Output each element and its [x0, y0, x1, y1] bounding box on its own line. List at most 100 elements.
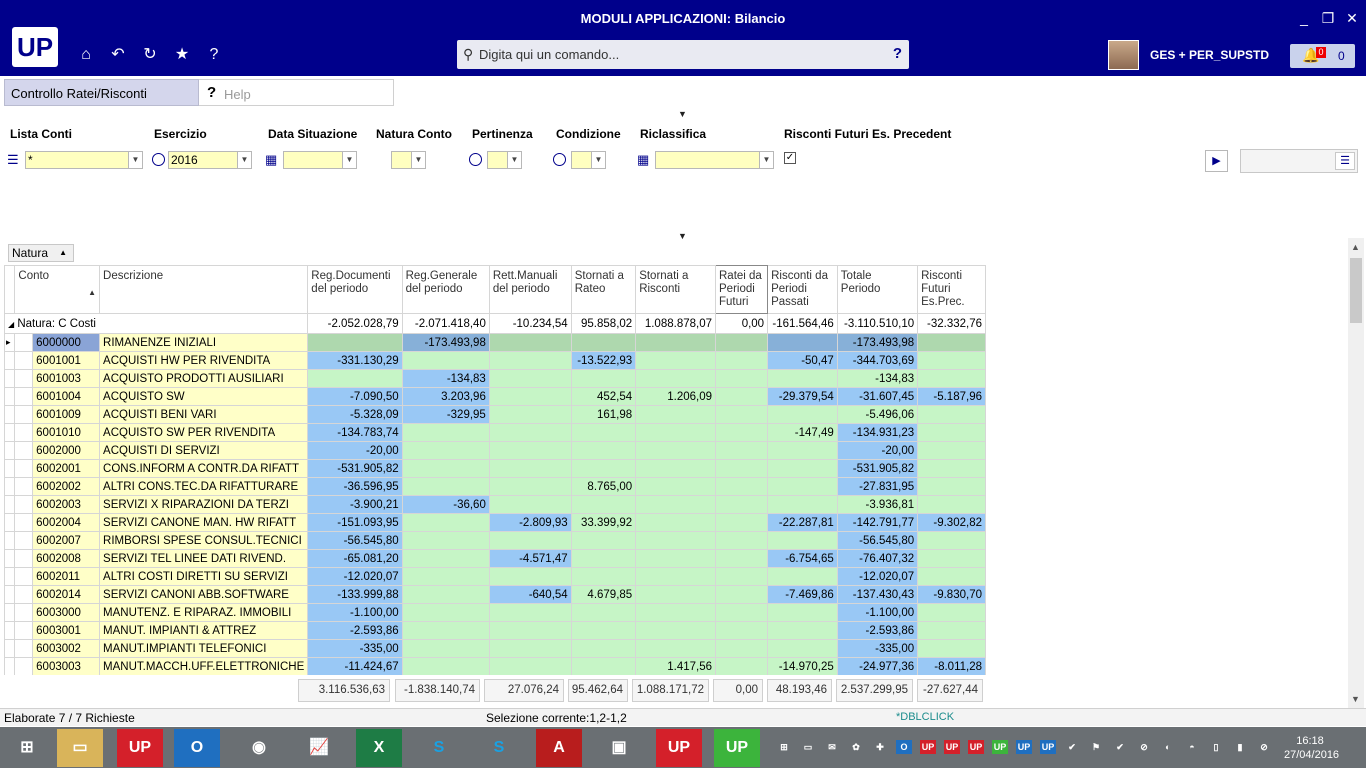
- up-logo[interactable]: UP: [12, 27, 58, 67]
- cell-value[interactable]: -9.830,70: [917, 585, 986, 604]
- cell-conto[interactable]: 6002002: [32, 477, 101, 496]
- cell-value[interactable]: [570, 369, 637, 388]
- cell-descrizione[interactable]: ALTRI CONS.TEC.DA RIFATTURARE: [99, 477, 309, 496]
- home-icon[interactable]: ⌂: [75, 44, 97, 66]
- excel-icon[interactable]: X: [356, 729, 402, 767]
- cell-value[interactable]: [488, 333, 572, 352]
- tab-controllo-ratei[interactable]: Controllo Ratei/Risconti: [4, 79, 199, 106]
- cell-value[interactable]: [767, 567, 838, 586]
- tray-up-icon[interactable]: UP: [944, 740, 960, 754]
- row-indicator[interactable]: [4, 423, 16, 442]
- table-row[interactable]: 6003000 MANUTENZ. E RIPARAZ. IMMOBILI -1.1…: [4, 603, 986, 622]
- cell-value[interactable]: [714, 567, 769, 586]
- cell-value[interactable]: [401, 567, 490, 586]
- cell-conto[interactable]: 6002007: [32, 531, 101, 550]
- cell-value[interactable]: [635, 621, 716, 640]
- cell-value[interactable]: [917, 495, 986, 514]
- cell-conto[interactable]: 6003000: [32, 603, 101, 622]
- windows-start-icon[interactable]: ⊞: [4, 729, 50, 767]
- cell-value[interactable]: [714, 549, 769, 568]
- cell-conto[interactable]: 6003003: [32, 657, 101, 675]
- cell-value[interactable]: -331.130,29: [307, 351, 403, 370]
- cell-value[interactable]: [570, 459, 637, 478]
- cell-value[interactable]: [635, 477, 716, 496]
- cell-value[interactable]: [488, 603, 572, 622]
- cell-value[interactable]: [917, 333, 986, 352]
- minimize-button[interactable]: _: [1293, 8, 1315, 28]
- table-row[interactable]: ▸ 6000000 RIMANENZE INIZIALI -173.493,98 -17…: [4, 333, 986, 352]
- cell-value[interactable]: [488, 351, 572, 370]
- avatar[interactable]: [1108, 40, 1139, 70]
- cell-conto[interactable]: 6002004: [32, 513, 101, 532]
- cell-value[interactable]: [635, 423, 716, 442]
- cell-value[interactable]: [307, 333, 403, 352]
- cell-value[interactable]: [714, 351, 769, 370]
- cell-value[interactable]: [488, 477, 572, 496]
- cell-value[interactable]: [488, 621, 572, 640]
- cell-value[interactable]: -142.791,77: [836, 513, 919, 532]
- table-row[interactable]: 6003001 MANUT. IMPIANTI & ATTREZ -2.593,86…: [4, 621, 986, 640]
- cell-descrizione[interactable]: MANUT.MACCH.UFF.ELETTRONICHE: [99, 657, 309, 675]
- tray-outlook-icon[interactable]: O: [896, 740, 912, 754]
- cell-value[interactable]: [714, 495, 769, 514]
- cell-value[interactable]: [714, 477, 769, 496]
- cell-value[interactable]: -5.496,06: [836, 405, 919, 424]
- cell-value[interactable]: -3.900,21: [307, 495, 403, 514]
- cell-value[interactable]: [401, 549, 490, 568]
- cell-value[interactable]: [401, 585, 490, 604]
- tray-up-icon[interactable]: UP: [920, 740, 936, 754]
- table-row[interactable]: 6002003 SERVIZI X RIPARAZIONI DA TERZI -3.…: [4, 495, 986, 514]
- row-indicator[interactable]: [4, 351, 16, 370]
- col-header-descrizione[interactable]: Descrizione: [99, 265, 309, 314]
- cell-value[interactable]: [401, 513, 490, 532]
- cell-value[interactable]: [767, 441, 838, 460]
- data-grid[interactable]: Conto ▲ Descrizione Reg.Documenti del per…: [4, 265, 986, 675]
- cell-value[interactable]: [488, 495, 572, 514]
- col-header-risconti-passati[interactable]: Risconti da Periodi Passati: [767, 265, 838, 314]
- table-row[interactable]: 6002002 ALTRI CONS.TEC.DA RIFATTURARE -36.…: [4, 477, 986, 496]
- cell-value[interactable]: [488, 567, 572, 586]
- cell-descrizione[interactable]: SERVIZI X RIPARAZIONI DA TERZI: [99, 495, 309, 514]
- cell-value[interactable]: -56.545,80: [307, 531, 403, 550]
- cell-value[interactable]: [635, 513, 716, 532]
- pdf-icon[interactable]: A: [536, 729, 582, 767]
- volume-mute-icon[interactable]: ⊘: [1256, 740, 1272, 754]
- cell-descrizione[interactable]: SERVIZI CANONE MAN. HW RIFATT: [99, 513, 309, 532]
- up-app-icon[interactable]: UP: [117, 729, 163, 767]
- cell-descrizione[interactable]: SERVIZI CANONI ABB.SOFTWARE: [99, 585, 309, 604]
- cell-value[interactable]: [917, 549, 986, 568]
- cell-value[interactable]: [570, 603, 637, 622]
- table-icon[interactable]: ▦: [637, 152, 649, 168]
- cell-value[interactable]: -1.100,00: [836, 603, 919, 622]
- cell-value[interactable]: [570, 441, 637, 460]
- cell-value[interactable]: [635, 369, 716, 388]
- cell-value[interactable]: [714, 387, 769, 406]
- cell-descrizione[interactable]: ACQUISTO PRODOTTI AUSILIARI: [99, 369, 309, 388]
- cell-conto[interactable]: 6003001: [32, 621, 101, 640]
- cell-value[interactable]: -151.093,95: [307, 513, 403, 532]
- cell-value[interactable]: [767, 531, 838, 550]
- row-indicator[interactable]: [4, 405, 16, 424]
- cell-value[interactable]: [917, 531, 986, 550]
- cell-conto[interactable]: 6002000: [32, 441, 101, 460]
- cell-value[interactable]: -36,60: [401, 495, 490, 514]
- cell-value[interactable]: [767, 459, 838, 478]
- row-indicator[interactable]: [4, 459, 16, 478]
- table-row[interactable]: 6002011 ALTRI COSTI DIRETTI SU SERVIZI -12…: [4, 567, 986, 586]
- cell-value[interactable]: [917, 441, 986, 460]
- cell-descrizione[interactable]: MANUT.IMPIANTI TELEFONICI: [99, 639, 309, 658]
- cell-value[interactable]: -56.545,80: [836, 531, 919, 550]
- cell-value[interactable]: -134.931,23: [836, 423, 919, 442]
- network-app-icon[interactable]: ▣: [596, 729, 642, 767]
- cell-value[interactable]: [488, 459, 572, 478]
- cell-value[interactable]: [767, 639, 838, 658]
- cell-descrizione[interactable]: ACQUISTI DI SERVIZI: [99, 441, 309, 460]
- cell-value[interactable]: -14.970,25: [767, 657, 838, 675]
- cell-value[interactable]: [488, 405, 572, 424]
- run-button[interactable]: ▶: [1205, 150, 1228, 172]
- help-icon[interactable]: ?: [203, 44, 225, 66]
- col-header-totale-periodo[interactable]: Totale Periodo: [836, 265, 919, 314]
- cell-value[interactable]: -173.493,98: [401, 333, 490, 352]
- scroll-thumb[interactable]: [1350, 258, 1362, 323]
- cell-conto[interactable]: 6002001: [32, 459, 101, 478]
